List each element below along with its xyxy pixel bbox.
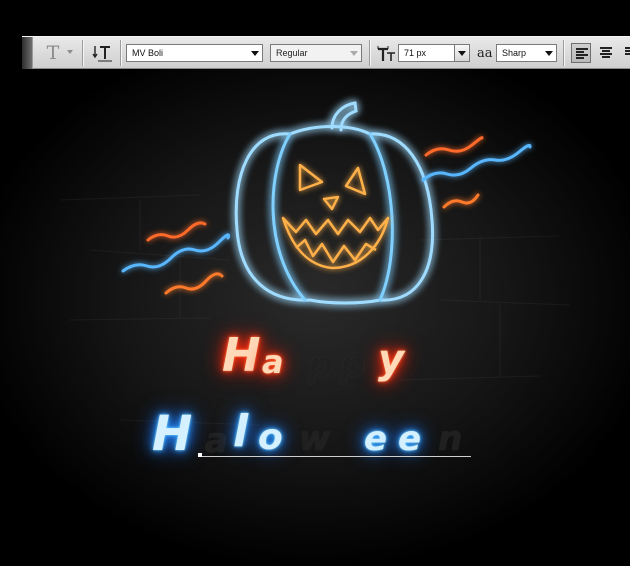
align-right-button[interactable]: [621, 43, 630, 63]
toolbar-grip-handle[interactable]: [22, 37, 33, 69]
artwork-layer: [0, 70, 630, 566]
font-style-select[interactable]: Regular: [270, 44, 362, 62]
chevron-down-icon: [542, 45, 556, 61]
font-size-chevron-down-icon[interactable]: [454, 45, 469, 61]
align-center-icon: [600, 47, 612, 49]
separator: [369, 40, 370, 66]
align-left-icon: [576, 48, 588, 50]
separator: [120, 40, 121, 66]
letter: o: [258, 417, 283, 458]
text-orientation-icon[interactable]: [92, 43, 114, 63]
letter: n: [438, 419, 463, 459]
letter: e: [364, 419, 388, 459]
letter: l: [233, 406, 249, 457]
font-size-icon: [377, 46, 395, 61]
letter: y: [378, 337, 405, 383]
align-center-button[interactable]: [596, 43, 616, 63]
tool-preset-chevron-down-icon[interactable]: [67, 50, 73, 54]
align-left-button[interactable]: [571, 43, 591, 63]
document-canvas[interactable]: H a p p y H a l o w e e n: [0, 70, 630, 566]
text-baseline-selection: [199, 456, 471, 457]
font-size-input[interactable]: 71 px: [398, 44, 470, 62]
antialias-select[interactable]: Sharp: [496, 44, 557, 62]
letter: a: [205, 421, 228, 461]
font-family-value: MV Boli: [132, 48, 164, 58]
letter: p: [340, 345, 366, 386]
chevron-down-icon: [347, 45, 361, 61]
separator: [563, 40, 564, 66]
chevron-down-icon: [248, 45, 262, 61]
separator: [82, 40, 83, 66]
antialias-icon: aa: [477, 46, 493, 61]
brick-wall-background: [0, 70, 630, 566]
text-cursor-anchor[interactable]: [198, 453, 202, 457]
letter: H: [222, 328, 261, 382]
antialias-value: Sharp: [502, 48, 527, 58]
letter: p: [308, 345, 334, 386]
letter: a: [262, 343, 284, 381]
align-right-icon: [625, 47, 630, 49]
letter: H: [152, 406, 193, 462]
letter: e: [398, 419, 422, 459]
type-tool-icon[interactable]: T: [42, 42, 64, 64]
options-bar: T MV Boli Regular 71 px aa Sharp: [22, 36, 630, 69]
font-family-select[interactable]: MV Boli: [126, 44, 263, 62]
letter: w: [299, 419, 331, 459]
font-style-value: Regular: [276, 48, 308, 58]
font-size-value: 71 px: [404, 48, 427, 58]
